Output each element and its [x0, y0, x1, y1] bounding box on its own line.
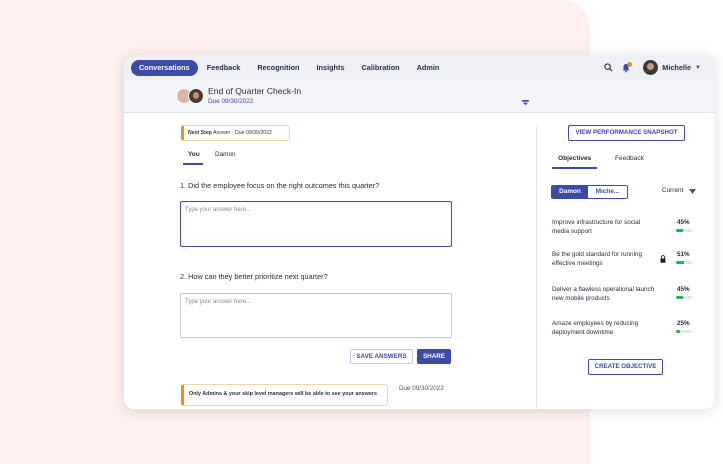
top-nav: Conversations Feedback Recognition Insig…	[124, 55, 715, 80]
chevron-down-icon[interactable]: ▼	[695, 65, 701, 71]
user-name[interactable]: Michelle	[662, 63, 691, 72]
next-step-badge: Next Step Answer · Due 09/30/2022	[181, 125, 290, 141]
person-segmented-control: Damon Miche...	[551, 185, 628, 199]
objective-progress-bar	[676, 330, 692, 333]
segment-michelle[interactable]: Miche...	[588, 186, 627, 198]
conversation-header: End of Quarter Check-In Due 09/30/2022	[124, 80, 715, 113]
objective-item[interactable]: Improve infrastructure for social media …	[552, 218, 692, 242]
due-date: Due 09/30/2022	[208, 98, 254, 105]
objective-title: Be the gold standard for running effecti…	[552, 251, 642, 267]
answer-field-1[interactable]	[180, 201, 452, 247]
tab-calibration[interactable]: Calibration	[354, 60, 408, 76]
tab-feedback[interactable]: Feedback	[199, 60, 249, 76]
objective-percent: 25%	[677, 320, 690, 327]
tab-underline	[552, 167, 597, 169]
divider	[536, 125, 537, 409]
participant-avatars	[176, 87, 206, 105]
objective-progress-bar	[676, 296, 692, 299]
note-due-date: Due 09/30/2022	[399, 385, 444, 392]
app-window: Conversations Feedback Recognition Insig…	[124, 55, 715, 409]
tab-objectives[interactable]: Objectives	[558, 155, 591, 162]
tab-feedback-side[interactable]: Feedback	[615, 155, 644, 162]
create-objective-button[interactable]: CREATE OBJECTIVE	[588, 359, 663, 375]
subtab-damon[interactable]: Damon	[215, 151, 236, 158]
question-2: 2. How can they better prioritize next q…	[180, 272, 328, 281]
question-1: 1. Did the employee focus on the right o…	[180, 181, 380, 190]
lock-icon	[660, 255, 666, 263]
avatar	[188, 88, 204, 104]
search-icon[interactable]	[601, 61, 615, 75]
objective-progress-bar	[676, 229, 692, 232]
view-performance-snapshot-button[interactable]: VIEW PERFORMANCE SNAPSHOT	[568, 125, 685, 141]
save-answers-button[interactable]: SAVE ANSWERS	[350, 349, 413, 364]
objective-title: Amaze employees by reducing deployment d…	[552, 320, 639, 336]
objective-title: Deliver a flawless operational launch ne…	[552, 286, 655, 302]
share-button[interactable]: SHARE	[417, 349, 451, 364]
tab-recognition[interactable]: Recognition	[249, 60, 307, 76]
subtab-you[interactable]: You	[188, 151, 200, 158]
progress-fill	[676, 296, 684, 299]
segment-damon[interactable]: Damon	[552, 186, 588, 198]
tab-insights[interactable]: Insights	[309, 60, 353, 76]
subtab-underline	[183, 163, 203, 165]
page-title: End of Quarter Check-In	[208, 86, 302, 96]
bell-icon[interactable]	[619, 61, 633, 75]
progress-fill	[676, 330, 680, 333]
objective-item[interactable]: Be the gold standard for running effecti…	[552, 250, 692, 274]
objective-item[interactable]: Amaze employees by reducing deployment d…	[552, 319, 692, 343]
next-step-label: Next Step	[188, 130, 212, 136]
objective-title: Improve infrastructure for social media …	[552, 219, 641, 235]
objective-progress-bar	[676, 261, 692, 264]
period-filter[interactable]: Current	[662, 187, 683, 194]
tab-admin[interactable]: Admin	[409, 60, 448, 76]
progress-fill	[676, 229, 684, 232]
answer-field-2[interactable]	[180, 293, 452, 338]
next-step-text: Answer · Due 09/30/2022	[211, 130, 272, 136]
objective-percent: 45%	[677, 219, 690, 226]
nav-right: Michelle ▼	[597, 55, 701, 80]
progress-fill	[676, 261, 685, 264]
notification-dot	[627, 61, 633, 67]
collapse-chevron-icon[interactable]	[522, 100, 529, 106]
tab-conversations[interactable]: Conversations	[131, 59, 198, 76]
objective-item[interactable]: Deliver a flawless operational launch ne…	[552, 285, 692, 309]
objective-percent: 51%	[677, 251, 690, 258]
chevron-down-icon[interactable]	[689, 189, 696, 194]
objective-percent: 45%	[677, 286, 690, 293]
visibility-note: Only Admins & your skip level managers w…	[181, 384, 388, 406]
user-avatar[interactable]	[643, 60, 659, 75]
